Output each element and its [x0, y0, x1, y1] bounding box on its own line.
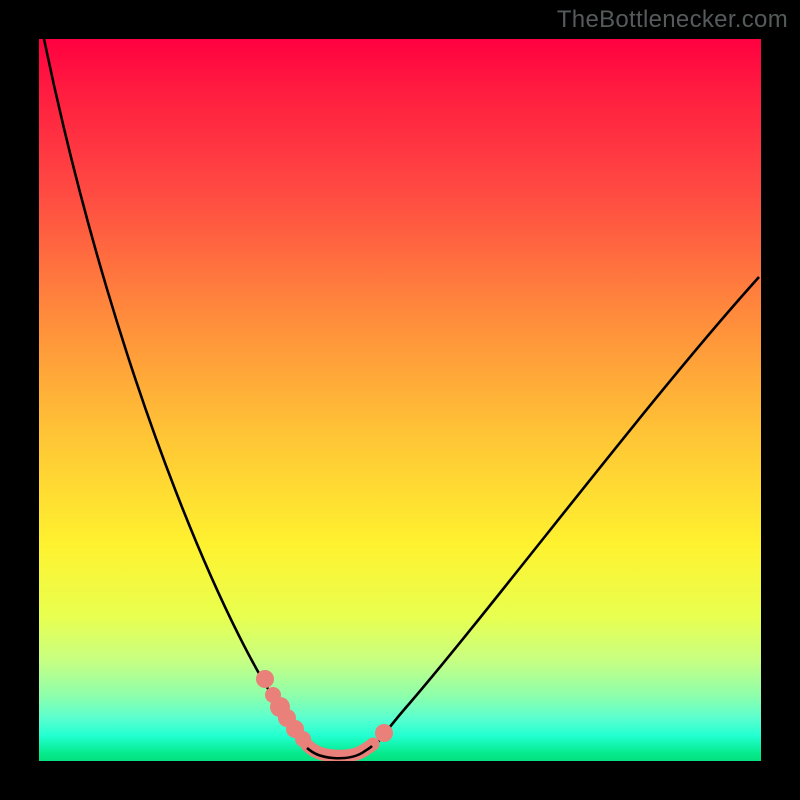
- watermark-text: TheBottlenecker.com: [557, 6, 788, 34]
- marker-group: [256, 670, 393, 747]
- chart-frame: TheBottlenecker.com: [0, 0, 800, 800]
- marker-dot: [256, 670, 274, 688]
- plot-area: [39, 39, 761, 761]
- marker-dot: [375, 724, 393, 742]
- curve-left: [44, 39, 308, 745]
- chart-svg: [39, 39, 761, 761]
- curve-right: [369, 277, 759, 748]
- marker-dot: [295, 731, 311, 747]
